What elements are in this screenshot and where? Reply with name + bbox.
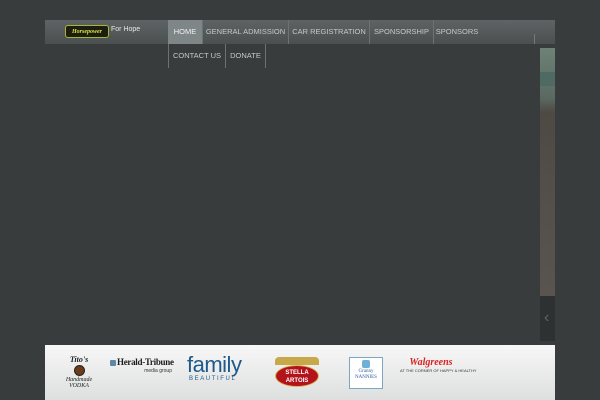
stella-line2: ARTOIS bbox=[285, 378, 309, 384]
logo-text: Horsepower bbox=[72, 28, 102, 35]
nav-general-admission[interactable]: GENERAL ADMISSION bbox=[203, 20, 289, 44]
nav-donate[interactable]: DONATE bbox=[226, 44, 266, 68]
stella-line1: STELLA bbox=[285, 370, 309, 376]
family-sub: BEAUTIFUL bbox=[189, 376, 237, 382]
sponsor-granny-nannies-logo[interactable]: Granny NANNIES bbox=[349, 357, 383, 389]
hero-image-stripe bbox=[540, 72, 555, 86]
site-logo[interactable]: Horsepower bbox=[65, 25, 109, 38]
titos-name: Tito's bbox=[69, 355, 89, 364]
top-nav-bar: Horsepower For Hope HOME GENERAL ADMISSI… bbox=[45, 20, 555, 44]
sponsor-stella-artois-logo[interactable]: STELLA ARTOIS bbox=[275, 357, 319, 389]
nav-sponsorship[interactable]: SPONSORSHIP bbox=[370, 20, 434, 44]
sponsor-walgreens-logo[interactable]: Walgreens AT THE CORNER OF HAPPY & HEALT… bbox=[400, 357, 477, 373]
herald-name: Herald-Tribune bbox=[117, 357, 174, 367]
sponsor-logos-strip: Tito's Handmade VODKA Herald-Tribune med… bbox=[45, 345, 555, 400]
site-tagline: For Hope bbox=[111, 26, 141, 33]
sponsor-herald-tribune-logo[interactable]: Herald-Tribune media group bbox=[110, 357, 174, 374]
nav-divider bbox=[534, 34, 535, 44]
nav-car-registration[interactable]: CAR REGISTRATION bbox=[289, 20, 370, 44]
stella-oval: STELLA ARTOIS bbox=[275, 365, 319, 387]
chevron-left-icon[interactable]: ‹ bbox=[544, 310, 549, 326]
stella-crown-icon bbox=[275, 357, 319, 365]
herald-mark-icon bbox=[110, 359, 116, 366]
nav-second-row: CONTACT US DONATE bbox=[168, 44, 266, 68]
granny-emblem-icon bbox=[362, 360, 370, 368]
titos-vodka: VODKA bbox=[69, 383, 89, 389]
sponsor-family-beautiful-logo[interactable]: family BEAUTIFUL bbox=[187, 354, 251, 383]
titos-badge-icon bbox=[73, 365, 85, 376]
herald-sub: media group bbox=[144, 368, 172, 374]
walgreens-name: Walgreens bbox=[409, 357, 453, 368]
nav-sponsors[interactable]: SPONSORS bbox=[434, 20, 480, 44]
family-name: family bbox=[187, 352, 242, 377]
walgreens-slogan: AT THE CORNER OF HAPPY & HEALTHY bbox=[400, 368, 477, 373]
nav-contact-us[interactable]: CONTACT US bbox=[168, 44, 226, 68]
granny-line2: NANNIES bbox=[355, 375, 377, 380]
sponsor-titos-logo[interactable]: Tito's Handmade VODKA bbox=[65, 355, 93, 389]
nav-home[interactable]: HOME bbox=[168, 20, 203, 44]
